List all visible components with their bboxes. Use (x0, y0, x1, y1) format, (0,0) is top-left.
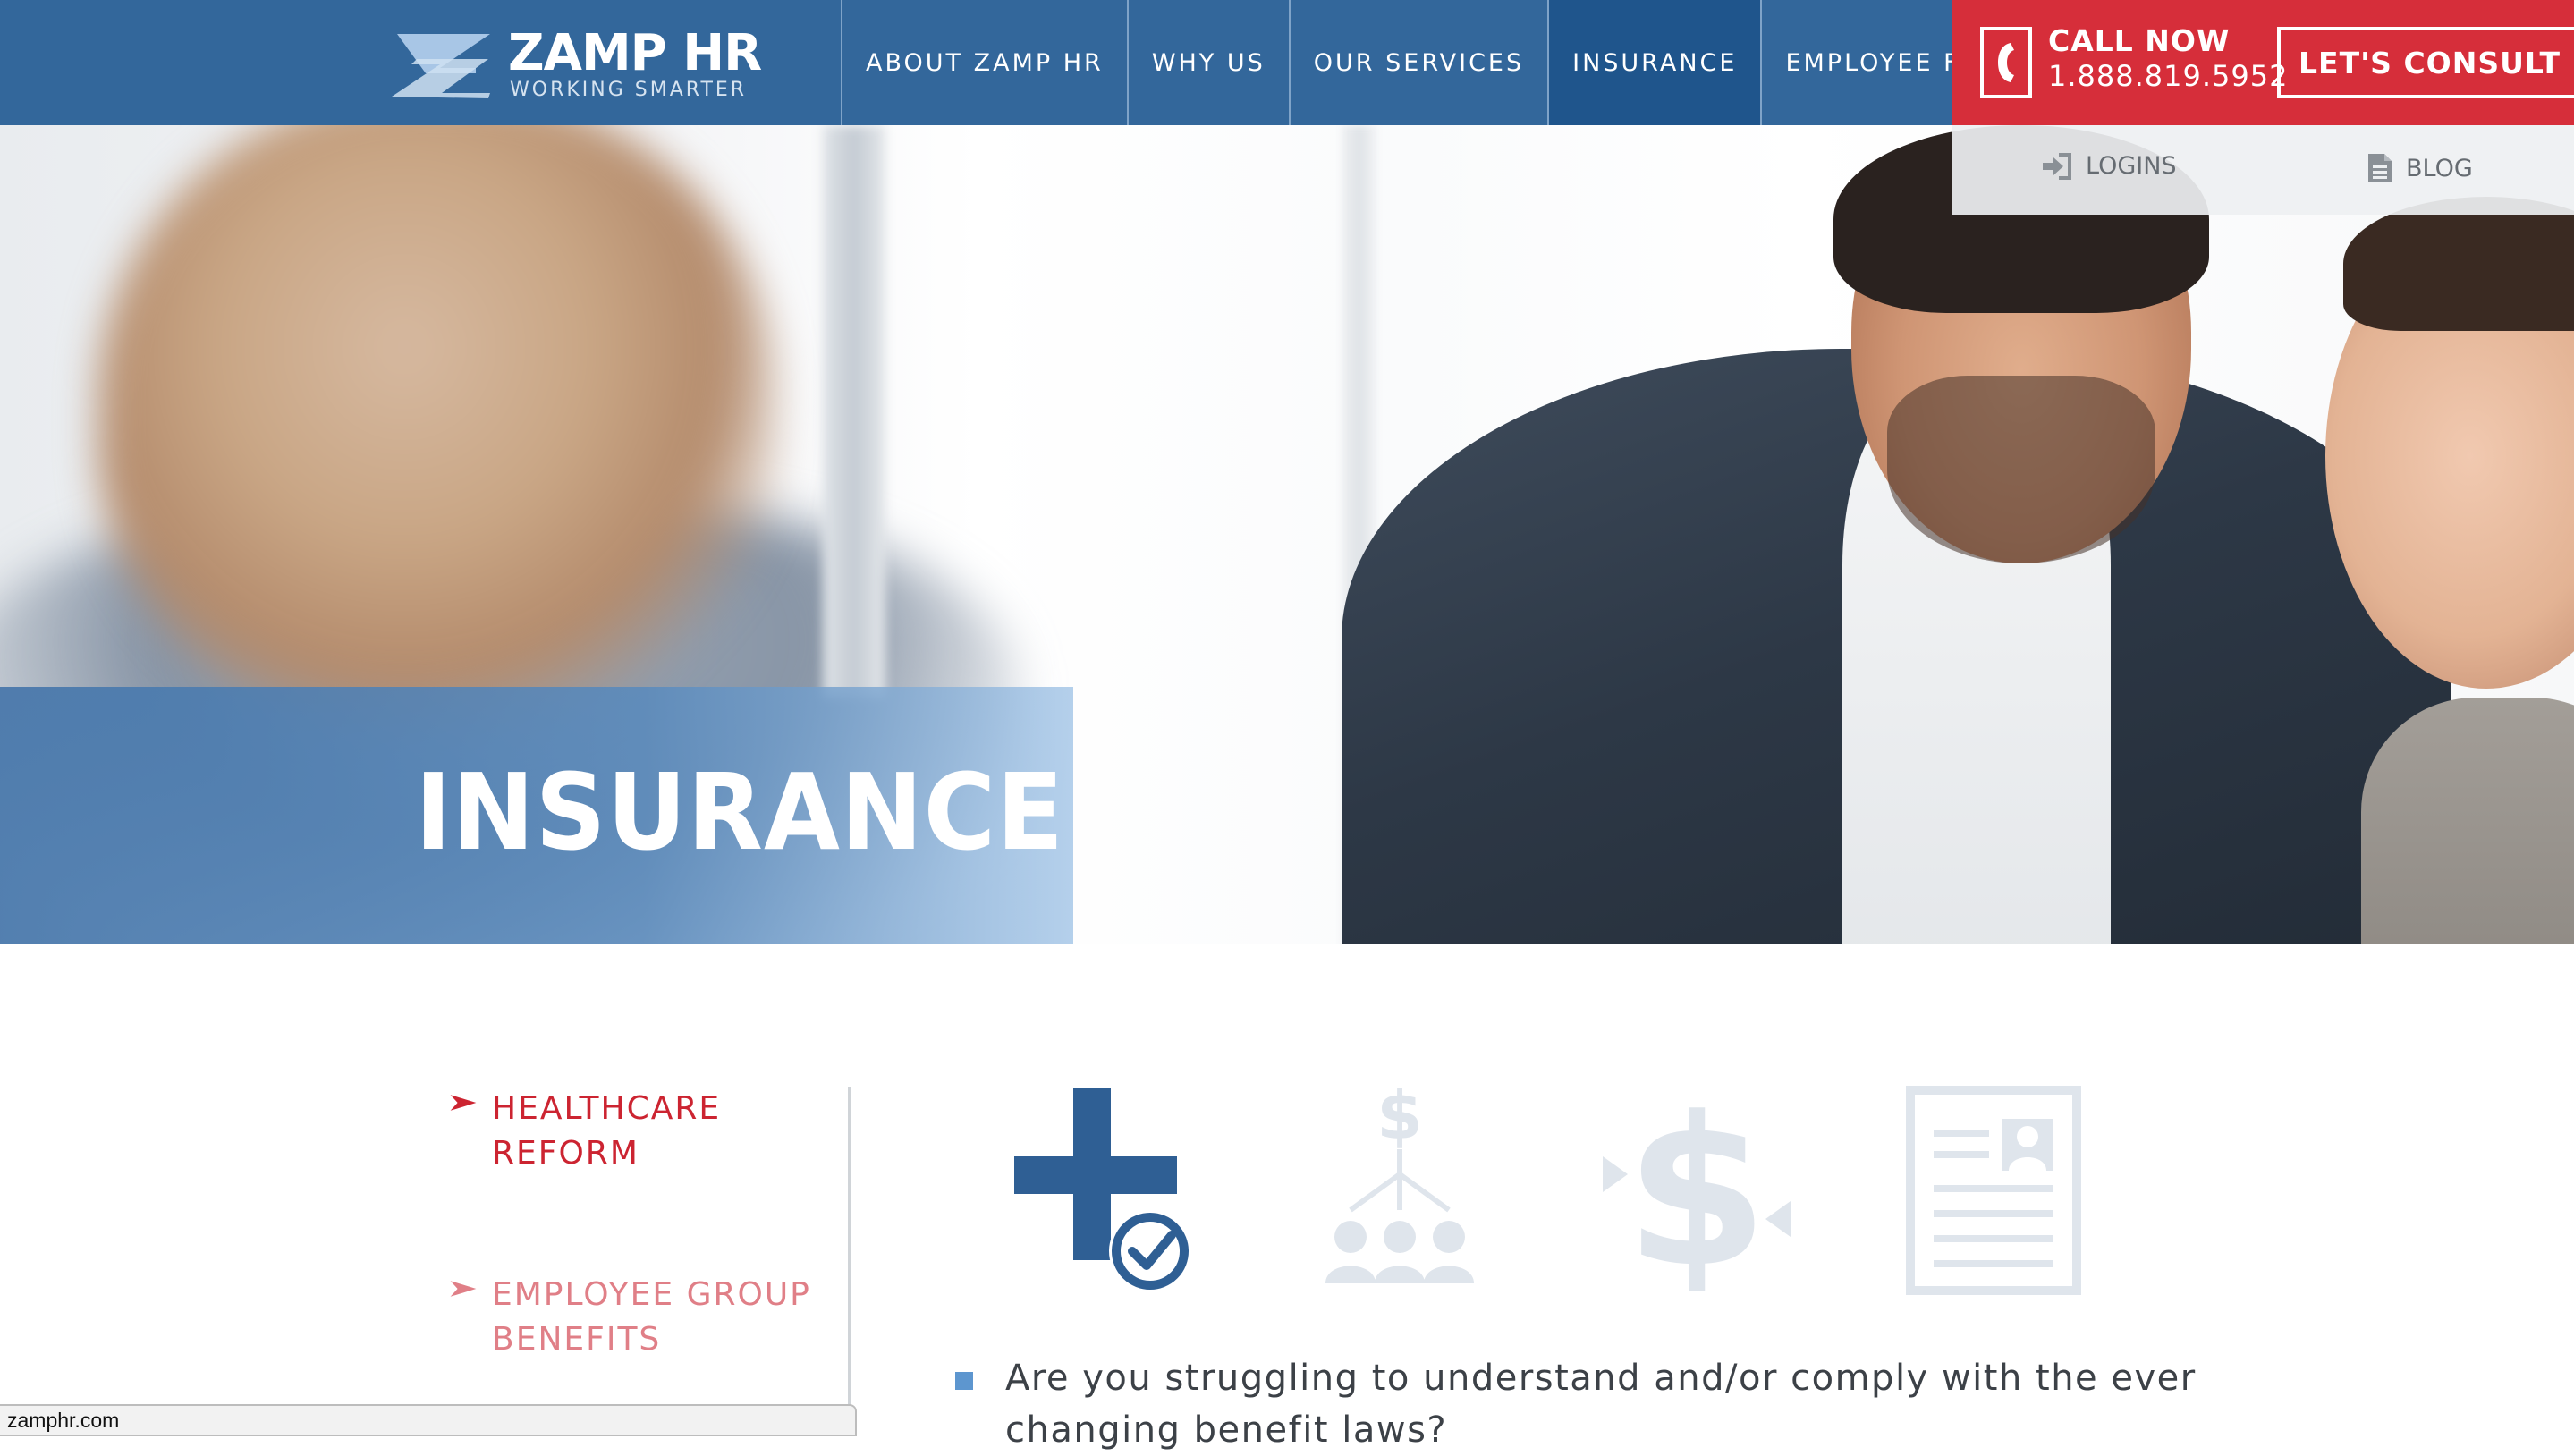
blog-link[interactable]: BLOG (2367, 152, 2473, 184)
content-question: Are you struggling to understand and/or … (955, 1352, 2207, 1456)
subnav-healthcare-reform-label: HEALTHCARE REFORM (492, 1090, 722, 1172)
logins-link[interactable]: LOGINS (2041, 152, 2177, 180)
subnav-employee-group-benefits[interactable]: EMPLOYEE GROUP BENEFITS (435, 1273, 814, 1362)
chevron-right-icon (450, 1095, 477, 1111)
call-phone-number[interactable]: 1.888.819.5952 (2048, 59, 2288, 93)
document-profile-icon[interactable] (1905, 1085, 2082, 1299)
logins-label: LOGINS (2086, 152, 2177, 180)
subnav-employee-group-benefits-label: EMPLOYEE GROUP BENEFITS (492, 1276, 811, 1358)
subnav-divider (848, 1087, 851, 1436)
utility-bar: LOGINS BLOG (1952, 125, 2574, 215)
svg-text:$: $ (1376, 1085, 1423, 1155)
call-to-action-panel: CALL NOW 1.888.819.5952 LET'S CONSULT ➤ (1952, 0, 2574, 125)
square-bullet-icon (955, 1372, 973, 1390)
medical-cross-check-icon[interactable] (1011, 1085, 1195, 1299)
hero-photo-woman-hair (2343, 197, 2574, 331)
document-icon (2368, 154, 2392, 182)
blog-label: BLOG (2406, 154, 2473, 182)
brand-logo[interactable]: ZAMP HR WORKING SMARTER (390, 25, 762, 106)
dollar-arrows-icon[interactable]: $ (1601, 1074, 1792, 1313)
content-question-text: Are you struggling to understand and/or … (1005, 1358, 2197, 1451)
nav-insurance[interactable]: INSURANCE (1547, 0, 1761, 125)
hero-photo-man-beard (1887, 376, 2155, 563)
page-title: INSURANCE (415, 750, 1064, 874)
hero-photo-woman-body (2361, 698, 2574, 944)
site-header: ZAMP HR WORKING SMARTER ABOUT ZAMP HR WH… (0, 0, 2574, 215)
hero-title-band: INSURANCE (0, 687, 1073, 944)
nav-about[interactable]: ABOUT ZAMP HR (841, 0, 1127, 125)
dollar-people-icon[interactable]: $ (1315, 1078, 1485, 1294)
lets-consult-label: LET'S CONSULT (2299, 45, 2561, 80)
brand-name: ZAMP HR (508, 24, 762, 82)
brand-tagline: WORKING SMARTER (510, 79, 748, 101)
phone-icon[interactable] (1980, 27, 2032, 98)
call-now-label: CALL NOW (2048, 23, 2231, 58)
hero-photo-person-head (98, 89, 778, 733)
subnav-healthcare-reform[interactable]: HEALTHCARE REFORM (435, 1087, 814, 1176)
main-nav: ABOUT ZAMP HR WHY US OUR SERVICES INSURA… (841, 0, 2011, 125)
hero-photo-window (823, 125, 885, 698)
login-icon (2043, 152, 2071, 180)
svg-text:$: $ (1625, 1085, 1768, 1291)
nav-our-services[interactable]: OUR SERVICES (1288, 0, 1547, 125)
zamp-logo-icon (392, 34, 490, 98)
browser-status-bar: zamphr.com (0, 1404, 857, 1436)
nav-why-us[interactable]: WHY US (1126, 0, 1289, 125)
chevron-right-icon (450, 1281, 477, 1297)
lets-consult-button[interactable]: LET'S CONSULT ➤ (2277, 27, 2574, 98)
